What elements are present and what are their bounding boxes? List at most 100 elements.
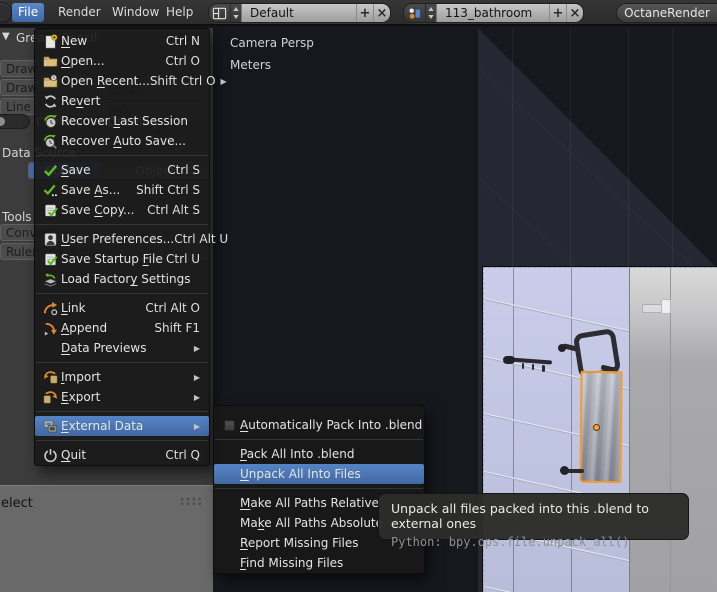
submenu-arrow-icon: ▶ [220, 76, 227, 86]
tile-grout-line [484, 586, 633, 592]
close-layout-button[interactable]: × [373, 4, 390, 22]
icon-spacer [218, 535, 240, 551]
menu-item-data-previews[interactable]: Data Previews ▶ [35, 338, 209, 358]
menu-item-open-recent[interactable]: Open Recent... Shift Ctrl O ▶ [35, 71, 227, 91]
submenu-arrow-icon: ▶ [193, 392, 200, 402]
layout-spinner-icon[interactable] [230, 4, 241, 22]
revert-icon [39, 93, 61, 109]
menu-item-append[interactable]: Append Shift F1 [35, 318, 209, 338]
menu-item-shortcut: Ctrl Q [165, 448, 200, 462]
menu-separator [36, 293, 208, 294]
menu-item-label: Pack All Into .blend [240, 447, 355, 461]
menu-item-shortcut: Ctrl U [166, 252, 200, 266]
menu-item-export[interactable]: Export ▶ [35, 387, 209, 407]
tile-line [570, 28, 571, 268]
menu-item-pack-all-into-blend[interactable]: Pack All Into .blend [214, 444, 424, 464]
menu-item-label: External Data [61, 419, 144, 433]
menu-item-save[interactable]: Save Ctrl S [35, 160, 209, 180]
add-scene-button[interactable]: + [549, 4, 566, 22]
new-icon [39, 33, 61, 49]
menu-item-user-preferences[interactable]: User Preferences... Ctrl Alt U [35, 229, 228, 249]
wall-hook-peg [542, 365, 545, 372]
wall-hook-peg [522, 363, 524, 369]
menu-item-label: Automatically Pack Into .blend [240, 418, 423, 432]
menu-window[interactable]: Window [106, 3, 165, 22]
menu-item-label: Import [61, 370, 101, 384]
continuous-drawing-toggle[interactable] [0, 114, 30, 129]
layout-name-field[interactable]: Default [241, 4, 356, 22]
select-panel-title: elect [1, 496, 33, 511]
user-prefs-icon [39, 231, 61, 247]
menu-item-save-as[interactable]: Save As... Shift Ctrl S [35, 180, 209, 200]
menu-item-recover-auto-save[interactable]: Recover Auto Save... [35, 131, 209, 151]
icon-spacer [218, 495, 240, 511]
save-as-icon [39, 182, 61, 198]
menu-separator [36, 362, 208, 363]
menu-separator [36, 440, 208, 441]
menu-item-find-missing-files[interactable]: Find Missing Files [214, 553, 424, 573]
tooltip-python: Python: bpy.ops.file.unpack_all() [391, 535, 630, 549]
scene-icon[interactable] [404, 4, 425, 22]
menu-item-link[interactable]: Link Ctrl Alt O [35, 298, 209, 318]
add-layout-button[interactable]: + [356, 4, 373, 22]
tools-label: Tools [2, 210, 32, 224]
towel-selected[interactable] [579, 370, 623, 484]
panel-collapse-triangle-icon[interactable]: ▼ [2, 31, 10, 42]
menu-item-shortcut: Ctrl Alt S [147, 203, 200, 217]
panel-grip-icon[interactable]: :::: [180, 494, 203, 508]
menu-item-new[interactable]: New Ctrl N [35, 31, 209, 51]
menu-item-shortcut: Ctrl Alt O [145, 301, 200, 315]
viewport-camera-label: Camera Persp [230, 36, 314, 50]
tooltip-description: Unpack all files packed into this .blend… [391, 501, 649, 531]
submenu-arrow-icon: ▶ [193, 372, 200, 382]
menu-item-label: Link [61, 301, 86, 315]
menu-separator [36, 411, 208, 412]
menu-item-label: Open Recent... [61, 74, 150, 88]
menu-item-shortcut: Ctrl Alt U [174, 232, 229, 246]
save-startup-icon [39, 251, 61, 267]
menu-separator [36, 224, 208, 225]
scene-spinner-icon[interactable] [425, 4, 436, 22]
close-scene-button[interactable]: × [566, 4, 583, 22]
open-icon [39, 53, 61, 69]
scene-name-field[interactable]: 113_bathroom [436, 4, 549, 22]
menu-item-load-factory-settings[interactable]: Load Factory Settings [35, 269, 209, 289]
menu-item-label: Make All Paths Absolute [240, 516, 384, 530]
editor-type-selector[interactable] [0, 2, 12, 23]
submenu-arrow-icon: ▶ [193, 343, 200, 353]
viewport-units-label: Meters [230, 58, 272, 72]
menu-item-label: Save Copy... [61, 203, 135, 217]
menu-item-label: Recover Last Session [61, 114, 188, 128]
menu-help[interactable]: Help [160, 3, 199, 22]
lower-hook[interactable] [567, 469, 584, 473]
icon-spacer [218, 446, 240, 462]
render-engine-selector[interactable]: OctaneRender [616, 3, 717, 23]
menu-item-label: Save As... [61, 183, 121, 197]
menu-item-label: User Preferences... [61, 232, 175, 246]
append-icon [39, 320, 61, 336]
menu-item-shortcut: Shift Ctrl O [149, 74, 216, 88]
menu-item-open[interactable]: Open... Ctrl O [35, 51, 209, 71]
rail-mount-knob [558, 344, 566, 352]
menu-item-revert[interactable]: Revert [35, 91, 209, 111]
menu-item-automatically-pack-into-blend[interactable]: Automatically Pack Into .blend [214, 415, 424, 435]
menu-item-label: Save Startup File [61, 252, 163, 266]
screen-layout-icon[interactable] [209, 4, 230, 22]
menu-render[interactable]: Render [52, 3, 107, 22]
recover-last-icon [39, 113, 61, 129]
save-copy-icon [39, 202, 61, 218]
menu-item-unpack-all-into-files[interactable]: Unpack All Into Files [214, 464, 424, 484]
menu-file[interactable]: File [12, 3, 45, 22]
tile-line [628, 28, 629, 268]
menu-item-external-data[interactable]: External Data ▶ [35, 416, 209, 436]
save-icon [39, 162, 61, 178]
menu-item-save-copy[interactable]: Save Copy... Ctrl Alt S [35, 200, 209, 220]
menu-item-save-startup-file[interactable]: Save Startup File Ctrl U [35, 249, 209, 269]
recover-auto-icon [39, 133, 61, 149]
menu-item-quit[interactable]: Quit Ctrl Q [35, 445, 209, 465]
tile-line [512, 28, 513, 268]
menu-item-recover-last-session[interactable]: Recover Last Session [35, 111, 209, 131]
menu-item-import[interactable]: Import ▶ [35, 367, 209, 387]
top-header-bar: File Render Window Help Default + × 113_… [0, 0, 717, 26]
wall-hook-knob [503, 356, 515, 364]
